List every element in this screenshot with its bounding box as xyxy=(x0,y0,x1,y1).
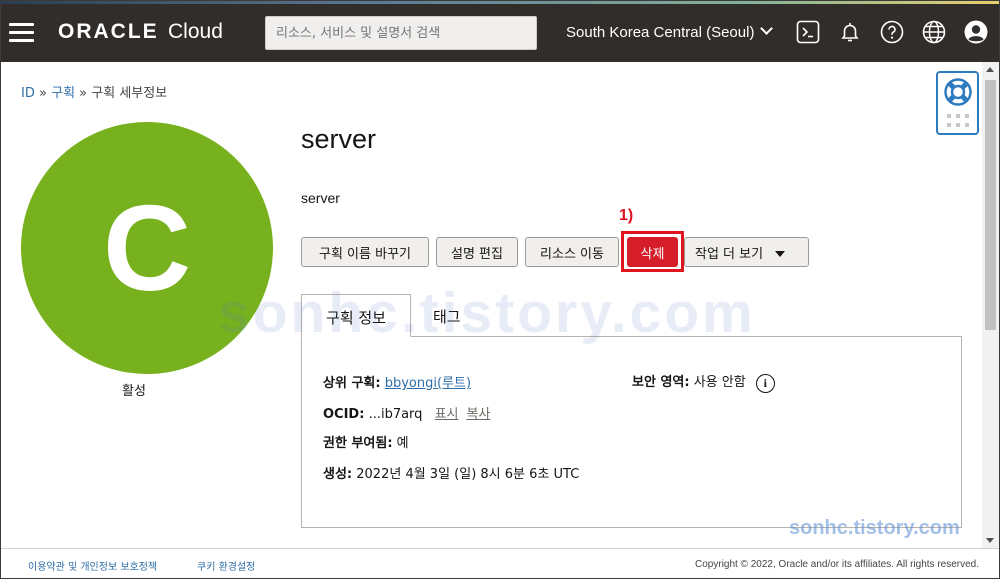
region-selector[interactable]: South Korea Central (Seoul) xyxy=(566,22,774,41)
search-input[interactable] xyxy=(265,16,537,50)
parent-compartment-link[interactable]: bbyongi(루트) xyxy=(385,376,471,391)
page-title: server xyxy=(301,124,377,154)
security-zone-value: 사용 안함 xyxy=(693,375,746,390)
user-icon[interactable] xyxy=(964,20,988,44)
cloud-shell-icon[interactable] xyxy=(796,20,820,44)
step-annotation: 1) xyxy=(619,207,634,224)
parent-compartment-row: 상위 구획: bbyongi(루트) xyxy=(323,372,471,391)
logo-product: Cloud xyxy=(168,20,223,43)
more-actions-button[interactable]: 작업 더 보기 xyxy=(684,237,809,267)
lifebuoy-icon xyxy=(944,78,972,106)
help-widget[interactable] xyxy=(936,71,979,135)
avatar-letter: C xyxy=(102,180,192,316)
top-header: ORACLE Cloud South Korea Central (Seoul) xyxy=(0,0,1000,62)
compartment-description: server xyxy=(301,190,340,206)
footer: 이용약관 및 개인정보 보호정책 쿠키 환경설정 Copyright © 202… xyxy=(0,548,1000,579)
breadcrumb-separator: » xyxy=(79,86,88,101)
breadcrumb-separator: » xyxy=(39,86,47,101)
breadcrumb-root-link[interactable]: ID xyxy=(21,86,35,101)
ocid-value: ...ib7arq xyxy=(368,407,423,422)
breadcrumb: ID » 구획 » 구획 세부정보 xyxy=(21,82,167,101)
ocid-show-link[interactable]: 표시 xyxy=(435,407,459,422)
ocid-row: OCID: ...ib7arq 표시 복사 xyxy=(323,403,490,422)
caret-down-icon xyxy=(775,250,786,257)
created-label: 생성: xyxy=(323,467,353,482)
ocid-label: OCID: xyxy=(323,407,365,422)
scrollbar[interactable] xyxy=(982,62,999,548)
oracle-cloud-logo[interactable]: ORACLE Cloud xyxy=(58,20,223,44)
rename-compartment-button[interactable]: 구획 이름 바꾸기 xyxy=(301,237,429,267)
header-accent-bar xyxy=(0,0,1000,4)
tab-compartment-info[interactable]: 구획 정보 xyxy=(301,294,411,337)
security-zone-label: 보안 영역: xyxy=(632,375,690,390)
bell-icon[interactable] xyxy=(838,20,862,44)
edit-description-button[interactable]: 설명 편집 xyxy=(436,237,518,267)
help-icon[interactable] xyxy=(880,20,904,44)
grid-icon xyxy=(947,114,969,127)
parent-compartment-label: 상위 구획: xyxy=(323,376,381,391)
delete-button[interactable]: 삭제 xyxy=(627,237,678,267)
authorized-value: 예 xyxy=(396,436,409,451)
terms-privacy-link[interactable]: 이용약관 및 개인정보 보호정책 xyxy=(28,558,157,573)
tab-tags[interactable]: 태그 xyxy=(433,294,461,337)
avatar: C xyxy=(21,122,273,374)
scroll-down-icon[interactable] xyxy=(986,538,994,543)
authorized-row: 권한 부여됨: 예 xyxy=(323,432,409,451)
chevron-down-icon xyxy=(760,22,774,35)
ocid-copy-link[interactable]: 복사 xyxy=(467,407,491,422)
security-zone-row: 보안 영역: 사용 안함 i xyxy=(632,371,775,393)
region-label: South Korea Central (Seoul) xyxy=(566,24,755,41)
move-resource-button[interactable]: 리소스 이동 xyxy=(525,237,619,267)
scrollbar-thumb[interactable] xyxy=(985,80,996,330)
created-row: 생성: 2022년 4월 3일 (일) 8시 6분 6초 UTC xyxy=(323,463,579,482)
info-icon[interactable]: i xyxy=(755,374,775,393)
logo-brand: ORACLE xyxy=(58,20,159,43)
menu-icon[interactable] xyxy=(9,23,34,42)
created-value: 2022년 4월 3일 (일) 8시 6분 6초 UTC xyxy=(356,467,580,482)
globe-icon[interactable] xyxy=(922,20,946,44)
status-label: 활성 xyxy=(122,384,146,399)
scroll-up-icon[interactable] xyxy=(986,67,994,72)
breadcrumb-compartments-link[interactable]: 구획 xyxy=(51,86,75,101)
more-actions-label: 작업 더 보기 xyxy=(695,246,764,262)
authorized-label: 권한 부여됨: xyxy=(323,436,393,451)
breadcrumb-current: 구획 세부정보 xyxy=(91,86,168,101)
cookie-preferences-link[interactable]: 쿠키 환경설정 xyxy=(197,558,255,573)
copyright-text: Copyright © 2022, Oracle and/or its affi… xyxy=(695,559,979,570)
